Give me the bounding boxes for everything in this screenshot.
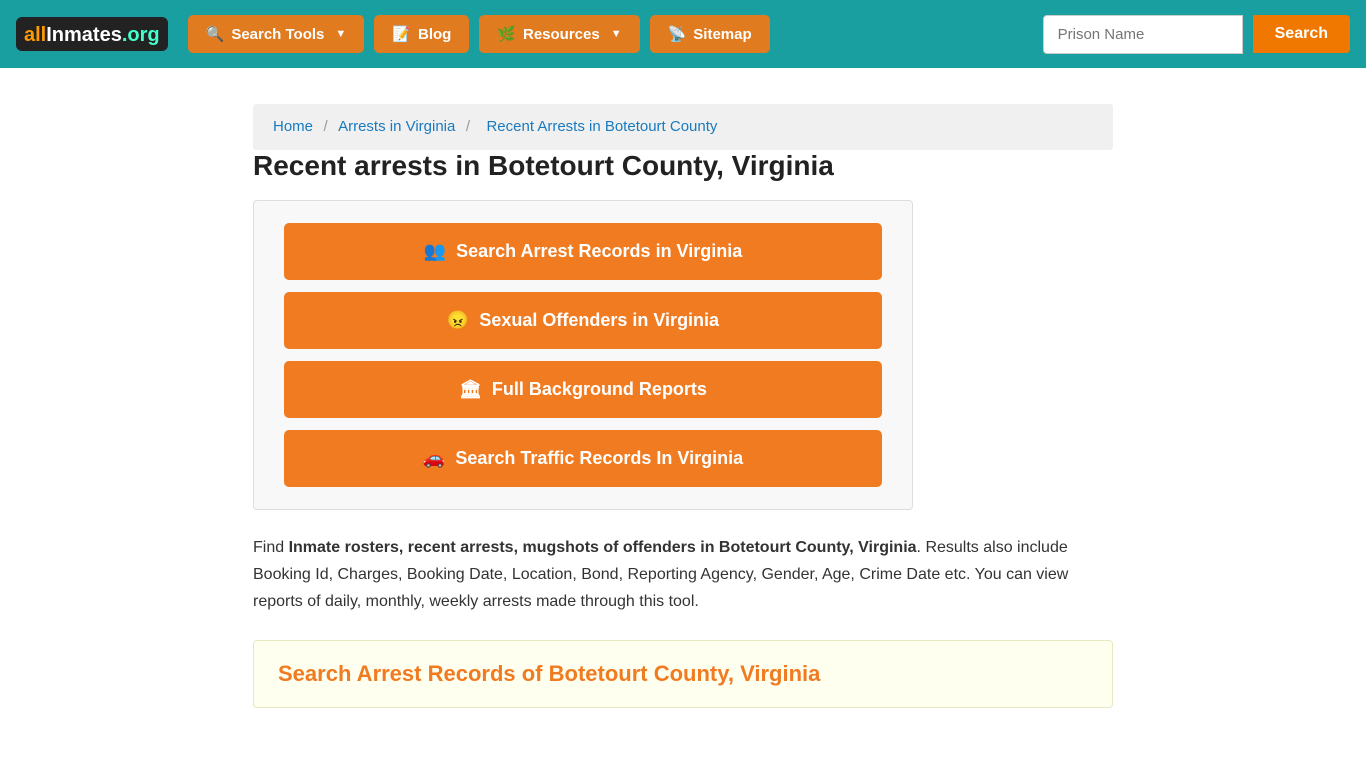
search-traffic-label: Search Traffic Records In Virginia [455, 448, 743, 469]
arrest-search-icon: 👥 [424, 241, 446, 262]
page-title: Recent arrests in Botetourt County, Virg… [253, 150, 1113, 182]
breadcrumb-home[interactable]: Home [273, 118, 313, 135]
breadcrumb-arrests-virginia[interactable]: Arrests in Virginia [338, 118, 455, 135]
search-tools-label: Search Tools [231, 26, 324, 43]
resources-arrow-icon: ▼ [611, 28, 622, 40]
nav-search-label: Search [1275, 25, 1328, 42]
nav-search-button[interactable]: Search [1253, 15, 1350, 53]
search-tools-arrow-icon: ▼ [335, 28, 346, 40]
search-tools-button[interactable]: 🔍 Search Tools ▼ [188, 15, 365, 53]
traffic-icon: 🚗 [423, 448, 445, 469]
search-arrest-section: Search Arrest Records of Botetourt Count… [253, 640, 1113, 708]
sitemap-label: Sitemap [693, 26, 751, 43]
search-section-title: Search Arrest Records of Botetourt Count… [278, 661, 1088, 687]
resources-icon: 🌿 [497, 25, 516, 43]
resources-button[interactable]: 🌿 Resources ▼ [479, 15, 639, 53]
action-buttons-box: 👥 Search Arrest Records in Virginia 😠 Se… [253, 200, 913, 510]
search-traffic-button[interactable]: 🚗 Search Traffic Records In Virginia [284, 430, 882, 487]
full-background-button[interactable]: 🏛 Full Background Reports [284, 361, 882, 418]
breadcrumb-current: Recent Arrests in Botetourt County [486, 118, 717, 135]
description-intro: Find [253, 539, 289, 556]
main-content: Home / Arrests in Virginia / Recent Arre… [233, 68, 1133, 728]
navbar: allInmates.org 🔍 Search Tools ▼ 📝 Blog 🌿… [0, 0, 1366, 68]
search-arrests-label: Search Arrest Records in Virginia [456, 241, 742, 262]
breadcrumb: Home / Arrests in Virginia / Recent Arre… [253, 104, 1113, 150]
breadcrumb-sep-2: / [466, 118, 470, 135]
blog-button[interactable]: 📝 Blog [374, 15, 469, 53]
blog-label: Blog [418, 26, 451, 43]
description-text: Find Inmate rosters, recent arrests, mug… [253, 534, 1113, 616]
breadcrumb-sep-1: / [323, 118, 327, 135]
background-icon: 🏛 [459, 379, 482, 400]
sitemap-icon: 📡 [668, 25, 687, 43]
description-bold: Inmate rosters, recent arrests, mugshots… [289, 539, 917, 556]
sexual-offenders-label: Sexual Offenders in Virginia [479, 310, 719, 331]
logo[interactable]: allInmates.org [16, 17, 168, 51]
blog-icon: 📝 [392, 25, 411, 43]
search-arrests-button[interactable]: 👥 Search Arrest Records in Virginia [284, 223, 882, 280]
resources-label: Resources [523, 26, 600, 43]
search-tools-icon: 🔍 [206, 25, 225, 43]
sexual-offenders-button[interactable]: 😠 Sexual Offenders in Virginia [284, 292, 882, 349]
full-background-label: Full Background Reports [492, 379, 707, 400]
prison-name-input[interactable] [1043, 15, 1243, 54]
sex-offender-icon: 😠 [447, 310, 469, 331]
sitemap-button[interactable]: 📡 Sitemap [650, 15, 770, 53]
